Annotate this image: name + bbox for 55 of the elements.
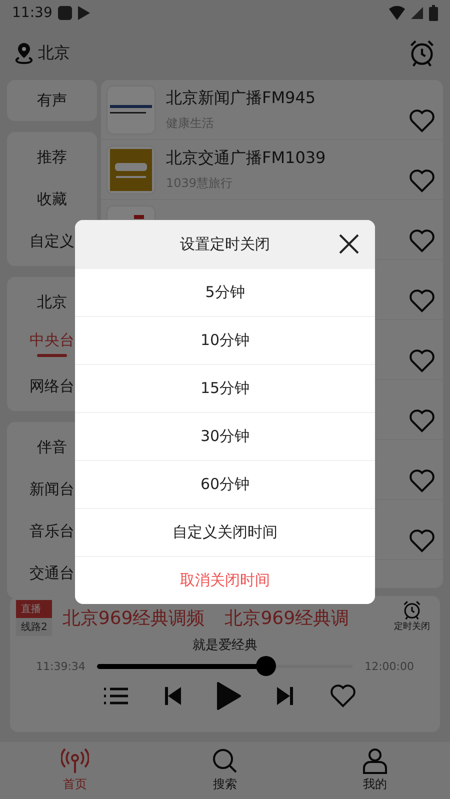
end-time: 12:00:00: [364, 660, 414, 672]
radio-tower-icon: [61, 748, 89, 774]
heart-icon[interactable]: [330, 684, 356, 708]
station-title: 北京969经典调频: [62, 607, 205, 630]
dialog-title: 设置定时关闭: [180, 234, 270, 254]
category-tab[interactable]: 收藏: [7, 178, 97, 220]
user-icon: [362, 748, 388, 774]
heart-icon[interactable]: [409, 169, 435, 193]
location-pin-icon: [14, 42, 34, 64]
station-name[interactable]: 北京交通广播FM1039: [166, 148, 399, 169]
selected-underline: [37, 354, 67, 357]
playlist-icon[interactable]: [104, 687, 128, 705]
program-title: 就是爱经典: [192, 637, 258, 654]
signal-icon: [411, 7, 423, 19]
timer-option[interactable]: 5分钟: [75, 268, 375, 316]
next-icon[interactable]: [277, 687, 294, 705]
heart-icon[interactable]: [409, 469, 435, 493]
nav-tab[interactable]: 首页: [35, 748, 115, 793]
station-logo: [106, 84, 156, 134]
battery-icon: [429, 5, 438, 21]
timer-option[interactable]: 10分钟: [75, 316, 375, 364]
nav-tab[interactable]: 搜索: [185, 748, 265, 793]
previous-icon[interactable]: [164, 687, 181, 705]
timer-option[interactable]: 60分钟: [75, 460, 375, 508]
station-logo: [106, 144, 156, 194]
heart-icon[interactable]: [409, 229, 435, 253]
heart-icon[interactable]: [409, 529, 435, 553]
timer-option[interactable]: 取消关闭时间: [75, 556, 375, 604]
play-button-icon[interactable]: [216, 682, 241, 710]
heart-icon[interactable]: [409, 109, 435, 133]
timer-option[interactable]: 30分钟: [75, 412, 375, 460]
timer-label: 定时关闭: [394, 620, 430, 633]
station-title: 北京969经典调: [224, 607, 350, 630]
start-time: 11:39:34: [36, 660, 86, 672]
wifi-icon: [389, 6, 405, 20]
line-badge[interactable]: 线路2: [16, 618, 52, 636]
station-name[interactable]: 北京新闻广播FM945: [166, 88, 399, 109]
timer-option[interactable]: 自定义关闭时间: [75, 508, 375, 556]
heart-icon[interactable]: [409, 289, 435, 313]
search-icon: [212, 748, 238, 774]
nav-tab[interactable]: 我的: [335, 748, 415, 793]
timer-option[interactable]: 15分钟: [75, 364, 375, 412]
status-time: 11:39: [12, 5, 52, 21]
play-icon: [78, 6, 90, 20]
location-label[interactable]: 北京: [38, 42, 70, 64]
slider-thumb[interactable]: [256, 656, 276, 676]
alarm-clock-icon[interactable]: [408, 39, 436, 67]
notification-square-icon: [58, 6, 72, 20]
live-badge: 直播: [16, 600, 52, 618]
close-icon[interactable]: [339, 234, 359, 254]
category-tab[interactable]: 有声: [7, 84, 97, 117]
alarm-clock-icon[interactable]: [402, 600, 422, 620]
category-tab[interactable]: 推荐: [7, 136, 97, 178]
heart-icon[interactable]: [409, 409, 435, 433]
heart-icon[interactable]: [409, 349, 435, 373]
